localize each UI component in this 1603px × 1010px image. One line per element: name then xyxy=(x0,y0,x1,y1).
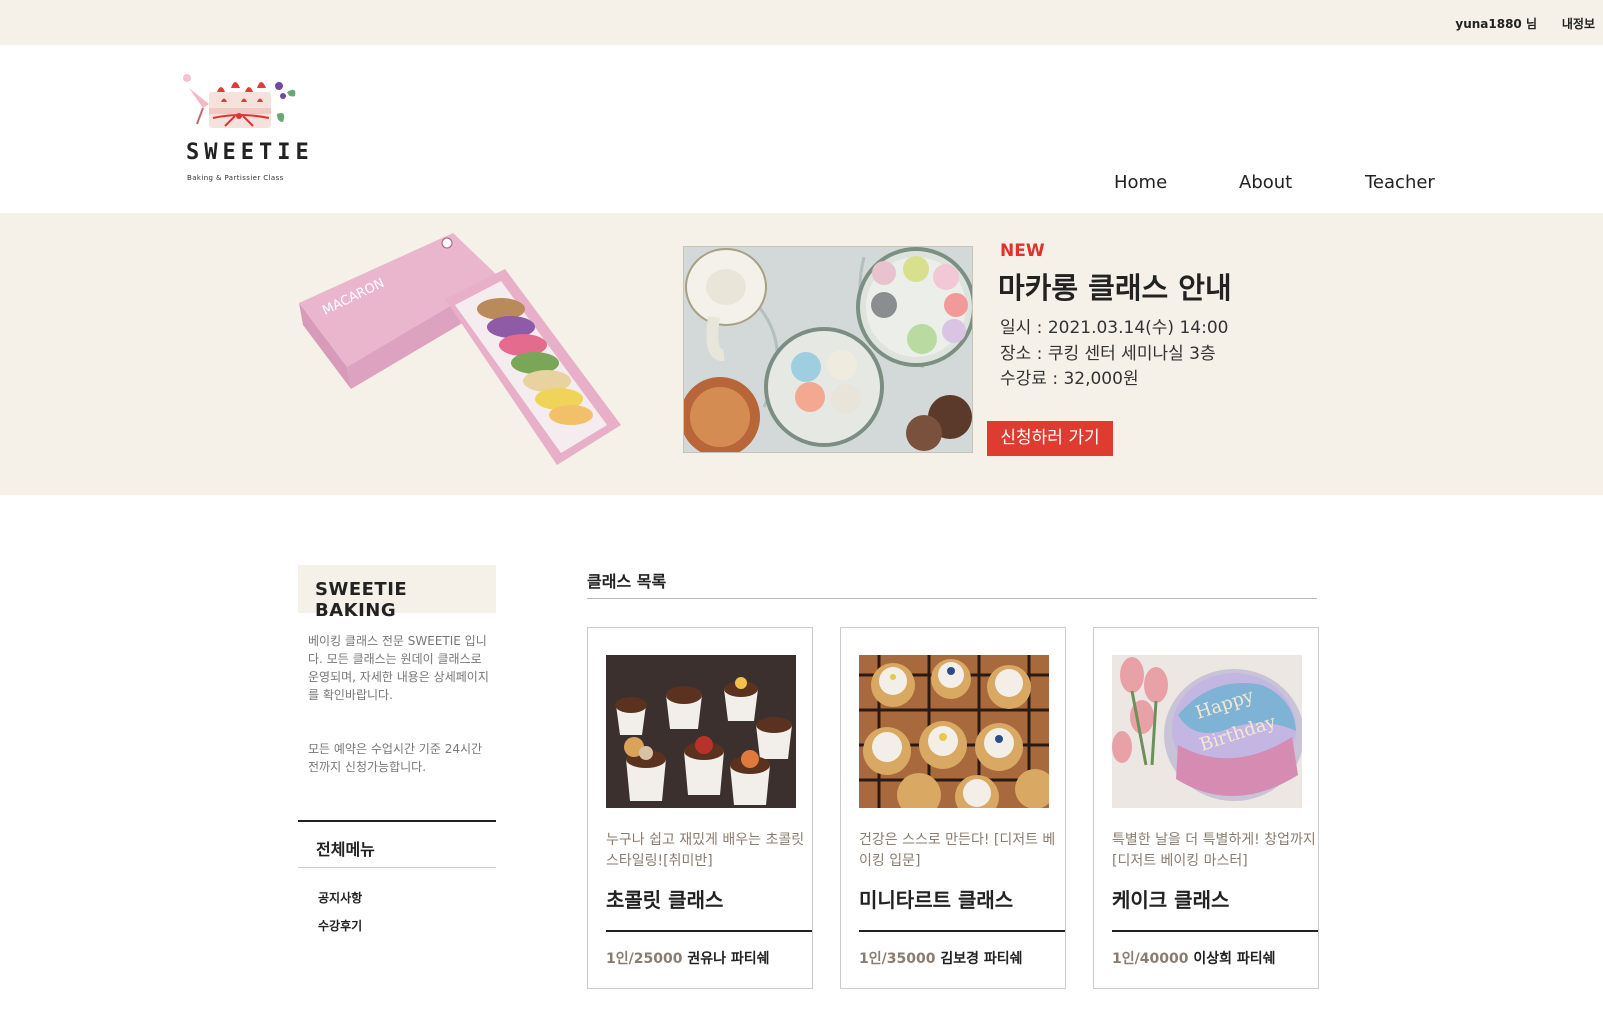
chocolate-class-image xyxy=(606,655,796,808)
logo-wordmark: SWEETIE xyxy=(186,140,314,165)
class-card-price-line: 1인/35000 김보경 파티쉐 xyxy=(859,948,1022,968)
new-badge: NEW xyxy=(1000,241,1045,261)
minitart-class-image xyxy=(859,655,1049,808)
top-bar: yuna1880 님 내정보 xyxy=(0,0,1603,45)
cake-class-image: Happy Birthday xyxy=(1112,655,1302,808)
class-card-cake[interactable]: Happy Birthday 특별한 날을 더 특별하게! 창업까지 [디저트 … xyxy=(1093,627,1319,989)
class-card-teacher: 김보경 파티쉐 xyxy=(940,951,1023,967)
class-card-desc: 누구나 쉽고 재밌게 배우는 초콜릿 스타일링![취미반] xyxy=(606,832,805,869)
nav-teacher[interactable]: Teacher xyxy=(1365,172,1435,193)
class-card-price-line: 1인/25000 권유나 파티쉐 xyxy=(606,948,769,968)
sidebar-link-reviews[interactable]: 수강후기 xyxy=(318,917,362,934)
class-card-chocolate[interactable]: 누구나 쉽고 재밌게 배우는 초콜릿 스타일링![취미반] 초콜릿 클래스 1인… xyxy=(587,627,813,989)
hero-banner: MACARON NEW 마카롱 클래스 안내 일시: 2021.03.14(수… xyxy=(0,213,1603,495)
sidebar-menu-title: 전체메뉴 xyxy=(298,820,496,868)
sidebar-intro: 베이킹 클래스 전문 SWEETIE 입니다. 모든 클래스는 원데이 클래스로… xyxy=(308,634,489,702)
sidebar-heading: SWEETIE BAKING xyxy=(298,565,496,621)
class-card-minitart[interactable]: 건강은 스스로 만든다! [디저트 베이킹 입문] 미니타르트 클래스 1인/3… xyxy=(840,627,1066,989)
class-card-price: 1인/25000 xyxy=(606,951,683,967)
banner-date: 일시 : 2021.03.14(수) 14:00 xyxy=(1000,318,1229,338)
user-greeting: yuna1880 님 xyxy=(1455,17,1537,31)
class-card-price: 1인/40000 xyxy=(1112,951,1189,967)
class-list-title: 클래스 목록 xyxy=(587,572,667,591)
class-card-desc: 건강은 스스로 만든다! [디저트 베이킹 입문] xyxy=(859,832,1056,869)
class-list-divider xyxy=(587,598,1317,599)
class-card-teacher: 권유나 파티쉐 xyxy=(687,951,770,967)
class-card-name: 초콜릿 클래스 xyxy=(606,888,724,912)
class-card-price: 1인/35000 xyxy=(859,951,936,967)
class-card-name: 미니타르트 클래스 xyxy=(859,888,1014,912)
sidebar-link-notice[interactable]: 공지사항 xyxy=(318,889,362,906)
apply-button[interactable]: 신청하러 가기 xyxy=(987,421,1113,456)
sidebar-notice: 모든 예약은 수업시간 기준 24시간 전까지 신청가능합니다. xyxy=(308,742,483,774)
macaron-class-photo xyxy=(683,246,973,453)
nav-about[interactable]: About xyxy=(1239,172,1292,193)
banner-fee: 수강료 : 32,000원 xyxy=(1000,369,1139,389)
class-card-divider xyxy=(606,930,812,932)
logo-tagline: Baking & Partissier Class xyxy=(187,174,284,182)
my-info-link[interactable]: 내정보 xyxy=(1562,15,1595,32)
banner-place: 장소 : 쿠킹 센터 세미나실 3층 xyxy=(1000,344,1216,364)
class-card-divider xyxy=(1112,930,1318,932)
class-card-desc: 특별한 날을 더 특별하게! 창업까지 [디저트 베이킹 마스터] xyxy=(1112,832,1316,869)
class-card-divider xyxy=(859,930,1065,932)
logo[interactable]: SWEETIE Baking & Partissier Class xyxy=(183,68,309,186)
cake-illustration-icon xyxy=(183,74,296,128)
class-card-teacher: 이상희 파티쉐 xyxy=(1193,951,1276,967)
banner-title: 마카롱 클래스 안내 xyxy=(998,271,1232,305)
macaron-box-image: MACARON xyxy=(299,233,621,465)
class-card-price-line: 1인/40000 이상희 파티쉐 xyxy=(1112,948,1275,968)
nav-home[interactable]: Home xyxy=(1114,172,1167,193)
class-card-name: 케이크 클래스 xyxy=(1112,888,1230,912)
